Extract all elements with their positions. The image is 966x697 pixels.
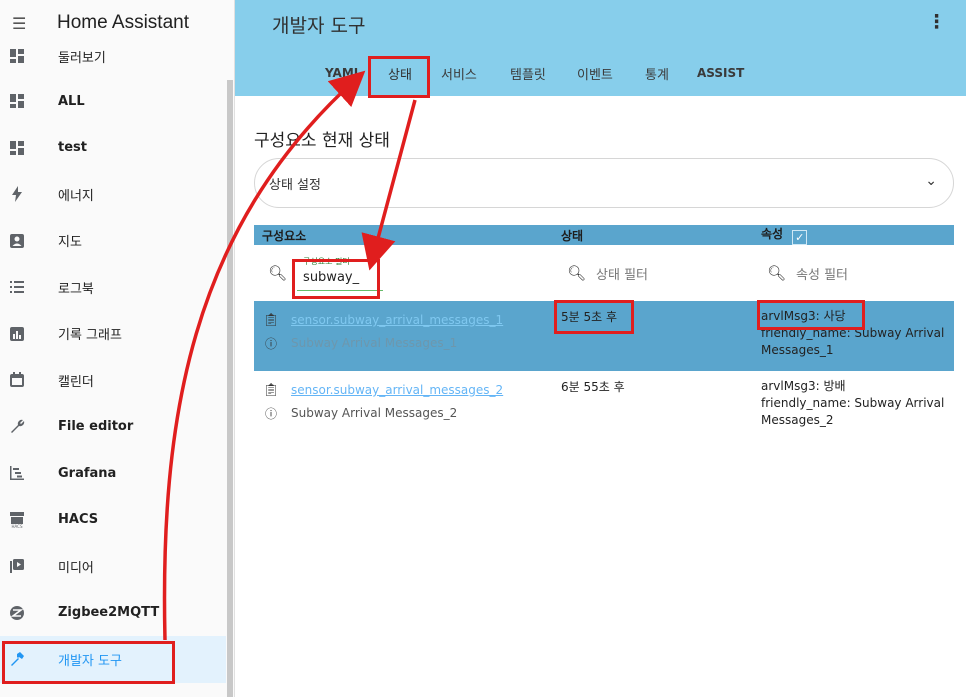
menu-collapse-icon[interactable]: ☰ [12, 14, 32, 33]
sidebar-item-label: Zigbee2MQTT [58, 605, 160, 621]
state-filter-placeholder: 상태 필터 [596, 267, 649, 283]
attribute-line: arvlMsg3: 사당 [761, 309, 846, 323]
entity-id-link[interactable]: sensor.subway_arrival_messages_1 [291, 313, 503, 327]
friendly-name: Subway Arrival Messages_2 [291, 406, 458, 420]
sidebar-item-energy[interactable]: 에너지 [0, 171, 226, 218]
sidebar-item-developer-tools[interactable]: 개발자 도구 [0, 636, 226, 683]
hacs-store-icon: HACS [8, 511, 26, 529]
entity-filter-label: 구성요소 필터 [303, 257, 350, 266]
entity-filter-input[interactable]: 구성요소 필터 subway_ [297, 255, 384, 291]
sidebar-item-label: 캘린더 [58, 374, 94, 390]
sidebar-item-history[interactable]: 기록 그래프 [0, 311, 226, 358]
tab-statistics[interactable]: 통계 [645, 64, 669, 83]
info-icon[interactable]: ⓘ [262, 335, 280, 352]
attribute-line: friendly_name: Subway Arrival Messages_1 [761, 326, 945, 357]
search-icon: 🔍︎ [767, 264, 787, 282]
info-icon[interactable]: ⓘ [262, 405, 280, 422]
sidebar-item-label: Grafana [58, 465, 117, 481]
sidebar-item-label: 기록 그래프 [58, 328, 122, 344]
attribute-line: friendly_name: Subway Arrival Messages_2 [761, 396, 945, 427]
sidebar-scrollbar[interactable] [227, 80, 233, 697]
tab-assist[interactable]: ASSIST [697, 66, 744, 80]
friendly-name: Subway Arrival Messages_1 [291, 336, 458, 350]
tab-states[interactable]: 상태 [388, 64, 412, 83]
tab-yaml[interactable]: YAML [325, 66, 361, 80]
sidebar-item-label: 지도 [58, 235, 82, 251]
sidebar-item-label: 둘러보기 [58, 51, 106, 66]
play-box-multiple-icon [8, 557, 26, 575]
sidebar-item-label: HACS [58, 512, 99, 528]
tab-services[interactable]: 서비스 [441, 64, 477, 83]
column-header-entity: 구성요소 [254, 225, 553, 245]
tab-templates[interactable]: 템플릿 [510, 64, 546, 83]
expander-label: 상태 설정 [269, 178, 321, 193]
states-table: 구성요소 상태 속성 ✓ 🔍︎ 구성요소 필터 subway_ 🔍︎ 상태 필터… [254, 225, 954, 441]
chevron-down-icon: ⌄ [925, 173, 937, 189]
chart-gantt-icon [8, 464, 26, 482]
main-content: 구성요소 현재 상태 상태 설정 ⌄ 구성요소 상태 속성 ✓ 🔍︎ 구성요소 … [235, 96, 966, 697]
search-icon: 🔍︎ [268, 264, 288, 282]
lightning-bolt-icon [8, 185, 26, 203]
sidebar-item-label: test [58, 140, 87, 156]
format-list-bulleted-icon [8, 278, 26, 296]
attribute-filter-placeholder: 속성 필터 [796, 267, 849, 283]
sidebar-nav: 둘러보기 ALL test 에너지 지도 로그북 기록 그래프 캘린더 File… [0, 38, 226, 683]
column-header-label: 속성 [761, 227, 784, 241]
sidebar-item-media[interactable]: 미디어 [0, 543, 226, 590]
sidebar-item-file-editor[interactable]: File editor [0, 404, 226, 451]
svg-text:HACS: HACS [11, 524, 22, 529]
sidebar: ☰ Home Assistant 둘러보기 ALL test 에너지 지도 로그… [0, 0, 235, 697]
section-title: 구성요소 현재 상태 [254, 131, 390, 151]
chart-box-icon [8, 325, 26, 343]
sidebar-item-grafana[interactable]: Grafana [0, 450, 226, 497]
more-vertical-icon[interactable]: ⋮ [927, 11, 946, 33]
sidebar-item-test[interactable]: test [0, 125, 226, 172]
sidebar-item-logbook[interactable]: 로그북 [0, 264, 226, 311]
entity-id-link[interactable]: sensor.subway_arrival_messages_2 [291, 383, 503, 397]
calendar-icon [8, 371, 26, 389]
filter-row: 🔍︎ 구성요소 필터 subway_ 🔍︎ 상태 필터 🔍︎ 속성 필터 [254, 245, 954, 301]
column-header-attributes: 속성 ✓ [753, 225, 954, 245]
sidebar-item-hacs[interactable]: HACS HACS [0, 497, 226, 544]
sidebar-item-label: 미디어 [58, 560, 94, 576]
table-row[interactable]: 📋︎ sensor.subway_arrival_messages_2 ⓘ Su… [254, 371, 954, 441]
attribute-line: arvlMsg3: 방배 [761, 379, 846, 393]
dashboard-icon [8, 92, 26, 110]
state-value: 6분 55초 후 [561, 380, 625, 394]
sidebar-item-label: File editor [58, 419, 134, 435]
sidebar-item-calendar[interactable]: 캘린더 [0, 357, 226, 404]
dashboard-icon [8, 139, 26, 157]
set-state-expander[interactable]: 상태 설정 ⌄ [254, 158, 954, 208]
page-title: 개발자 도구 [272, 15, 366, 37]
tab-bar: YAML 상태 서비스 템플릿 이벤트 통계 ASSIST [235, 58, 966, 96]
table-header: 구성요소 상태 속성 ✓ [254, 225, 954, 245]
zigbee-icon [8, 604, 26, 622]
show-attributes-checkbox[interactable]: ✓ [792, 230, 808, 245]
wrench-icon [8, 418, 26, 436]
sidebar-item-overview[interactable]: 둘러보기 [0, 38, 226, 78]
clipboard-icon[interactable]: 📋︎ [262, 383, 280, 398]
table-row[interactable]: 📋︎ sensor.subway_arrival_messages_1 ⓘ Su… [254, 301, 954, 371]
sidebar-item-label: 개발자 도구 [58, 653, 122, 669]
tab-events[interactable]: 이벤트 [577, 64, 613, 83]
state-value: 5분 5초 후 [553, 301, 753, 371]
entity-filter-value: subway_ [303, 270, 360, 285]
state-filter-input[interactable]: 🔍︎ 상태 필터 [553, 264, 753, 283]
hammer-icon [8, 650, 26, 668]
account-box-icon [8, 232, 26, 250]
clipboard-icon[interactable]: 📋︎ [262, 313, 280, 328]
column-header-state: 상태 [553, 225, 753, 245]
app-title: Home Assistant [57, 12, 189, 33]
sidebar-item-map[interactable]: 지도 [0, 218, 226, 265]
sidebar-item-zigbee2mqtt[interactable]: Zigbee2MQTT [0, 590, 226, 637]
attribute-filter-input[interactable]: 🔍︎ 속성 필터 [753, 264, 954, 283]
sidebar-item-all[interactable]: ALL [0, 78, 226, 125]
sidebar-item-label: 로그북 [58, 281, 94, 297]
sidebar-item-label: ALL [58, 93, 85, 109]
dashboard-icon [8, 47, 26, 65]
search-icon: 🔍︎ [567, 264, 587, 282]
app-header: 개발자 도구 ⋮ YAML 상태 서비스 템플릿 이벤트 통계 ASSIST [235, 0, 966, 96]
sidebar-item-label: 에너지 [58, 188, 94, 204]
